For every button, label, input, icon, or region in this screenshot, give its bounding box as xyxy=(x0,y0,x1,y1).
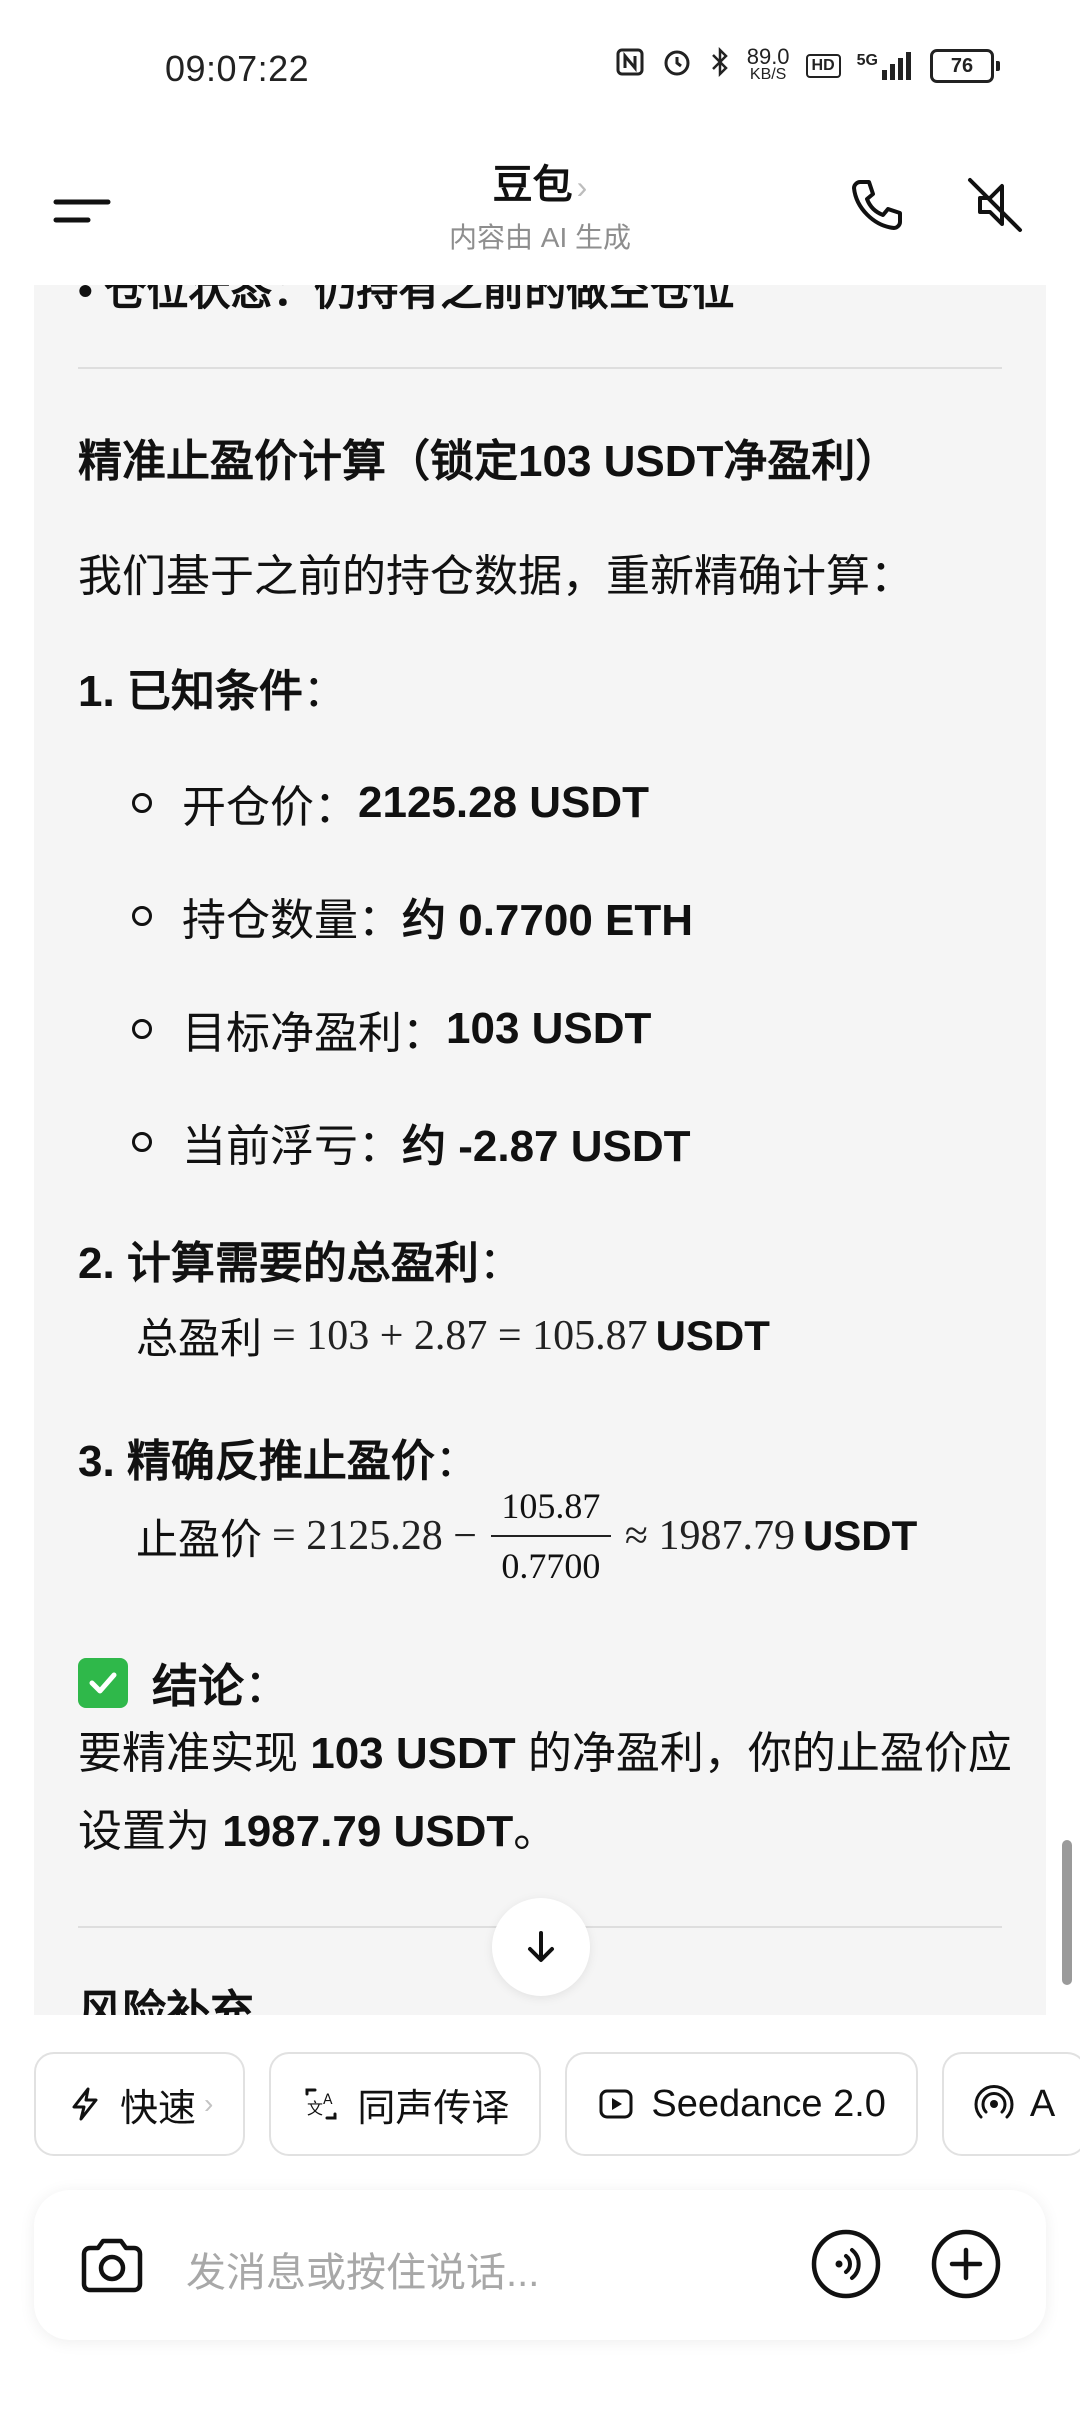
chip-simultaneous-interpretation[interactable]: 文A 同声传译 xyxy=(269,2052,542,2156)
list-item: 目标净盈利： 103 USDT xyxy=(132,997,651,1061)
arrow-down-icon xyxy=(528,1931,554,1962)
bullet-circle-icon xyxy=(132,906,152,926)
bullet-circle-icon xyxy=(132,793,152,813)
cut-off-heading: 风险补充 xyxy=(78,1987,254,2015)
bullet-circle-icon xyxy=(132,1132,152,1152)
add-attachment-icon[interactable] xyxy=(930,2228,1002,2300)
fraction: 105.87 0.7700 xyxy=(490,1485,611,1587)
signal-icon: 5G xyxy=(857,52,914,80)
page-title[interactable]: 豆包 › xyxy=(0,152,1080,210)
section-title: 精准止盈价计算（锁定103 USDT净盈利） xyxy=(78,437,900,486)
list-item: 当前浮亏：约 -2.87 USDT xyxy=(132,1110,691,1174)
divider xyxy=(78,367,1002,369)
chat-header: 豆包 › 内容由 AI 生成 xyxy=(0,140,1080,285)
total-profit-formula: 总盈利 = 103 + 2.87 = 105.87 USDT xyxy=(136,1311,770,1363)
phone-call-icon[interactable] xyxy=(842,170,912,240)
bullet-circle-icon xyxy=(132,1019,152,1039)
list-item: 持仓数量：约 0.7700 ETH xyxy=(132,884,693,948)
svg-text:文: 文 xyxy=(307,2099,323,2118)
video-play-icon xyxy=(597,2085,635,2123)
chip-fast-mode[interactable]: 快速 › xyxy=(34,2052,246,2156)
translate-icon: 文A xyxy=(301,2084,341,2124)
ai-disclaimer: 内容由 AI 生成 xyxy=(448,222,631,253)
alarm-icon xyxy=(661,46,693,86)
step-2-heading: 2. 计算需要的总盈利： xyxy=(78,1239,523,1288)
chip-seedance[interactable]: Seedance 2.0 xyxy=(565,2052,918,2156)
camera-icon[interactable] xyxy=(74,2228,150,2304)
title-block[interactable]: 豆包 › 内容由 AI 生成 xyxy=(0,152,1080,256)
intro-text: 我们基于之前的持仓数据，重新精确计算： xyxy=(78,552,914,601)
net-speed: 89.0 KB/S xyxy=(746,44,790,84)
status-time: 09:07:22 xyxy=(165,48,310,89)
hd-badge: HD xyxy=(805,54,841,78)
message-input[interactable]: 发消息或按住说话... xyxy=(186,2240,539,2298)
cut-off-bullet: • 仓位状态：仍持有之前的做空仓位 xyxy=(78,285,735,314)
lightning-icon xyxy=(66,2085,104,2123)
svg-text:A: A xyxy=(323,2092,333,2108)
chip-broadcast[interactable]: A xyxy=(941,2052,1080,2156)
take-profit-formula: 止盈价 = 2125.28 − 105.87 0.7700 ≈ 1987.79 … xyxy=(136,1485,918,1587)
scrollbar[interactable] xyxy=(1062,1840,1072,1985)
check-mark-icon xyxy=(78,1658,128,1708)
quick-action-chips: 快速 › 文A 同声传译 Seedance 2.0 A xyxy=(34,2052,1080,2156)
step-1-heading: 1. 已知条件： xyxy=(78,667,347,716)
broadcast-icon xyxy=(974,2084,1014,2124)
list-item: 开仓价： 2125.28 USDT xyxy=(132,771,649,835)
battery-icon: 76 xyxy=(930,49,1000,83)
bluetooth-icon xyxy=(709,46,731,86)
step-3-heading: 3. 精确反推止盈价： xyxy=(78,1437,479,1486)
message-input-bar: 发消息或按住说话... xyxy=(34,2190,1046,2340)
conclusion-heading: 结论： xyxy=(78,1650,290,1716)
voice-call-icon[interactable] xyxy=(810,2228,882,2300)
assistant-message: • 仓位状态：仍持有之前的做空仓位 精准止盈价计算（锁定103 USDT净盈利）… xyxy=(34,285,1046,2015)
conclusion-text: 要精准实现 103 USDT 的净盈利，你的止盈价应设置为 1987.79 US… xyxy=(78,1729,1012,1856)
title-chevron-icon: › xyxy=(576,169,588,205)
nfc-icon xyxy=(615,47,645,85)
scroll-to-bottom-button[interactable] xyxy=(492,1898,590,1996)
status-icons: 89.0 KB/S HD 5G 76 xyxy=(615,46,1000,86)
chevron-right-icon: › xyxy=(204,2088,214,2119)
speaker-mute-icon[interactable] xyxy=(960,170,1030,240)
status-bar: 09:07:22 89.0 KB/S HD 5G 76 xyxy=(0,0,1080,140)
